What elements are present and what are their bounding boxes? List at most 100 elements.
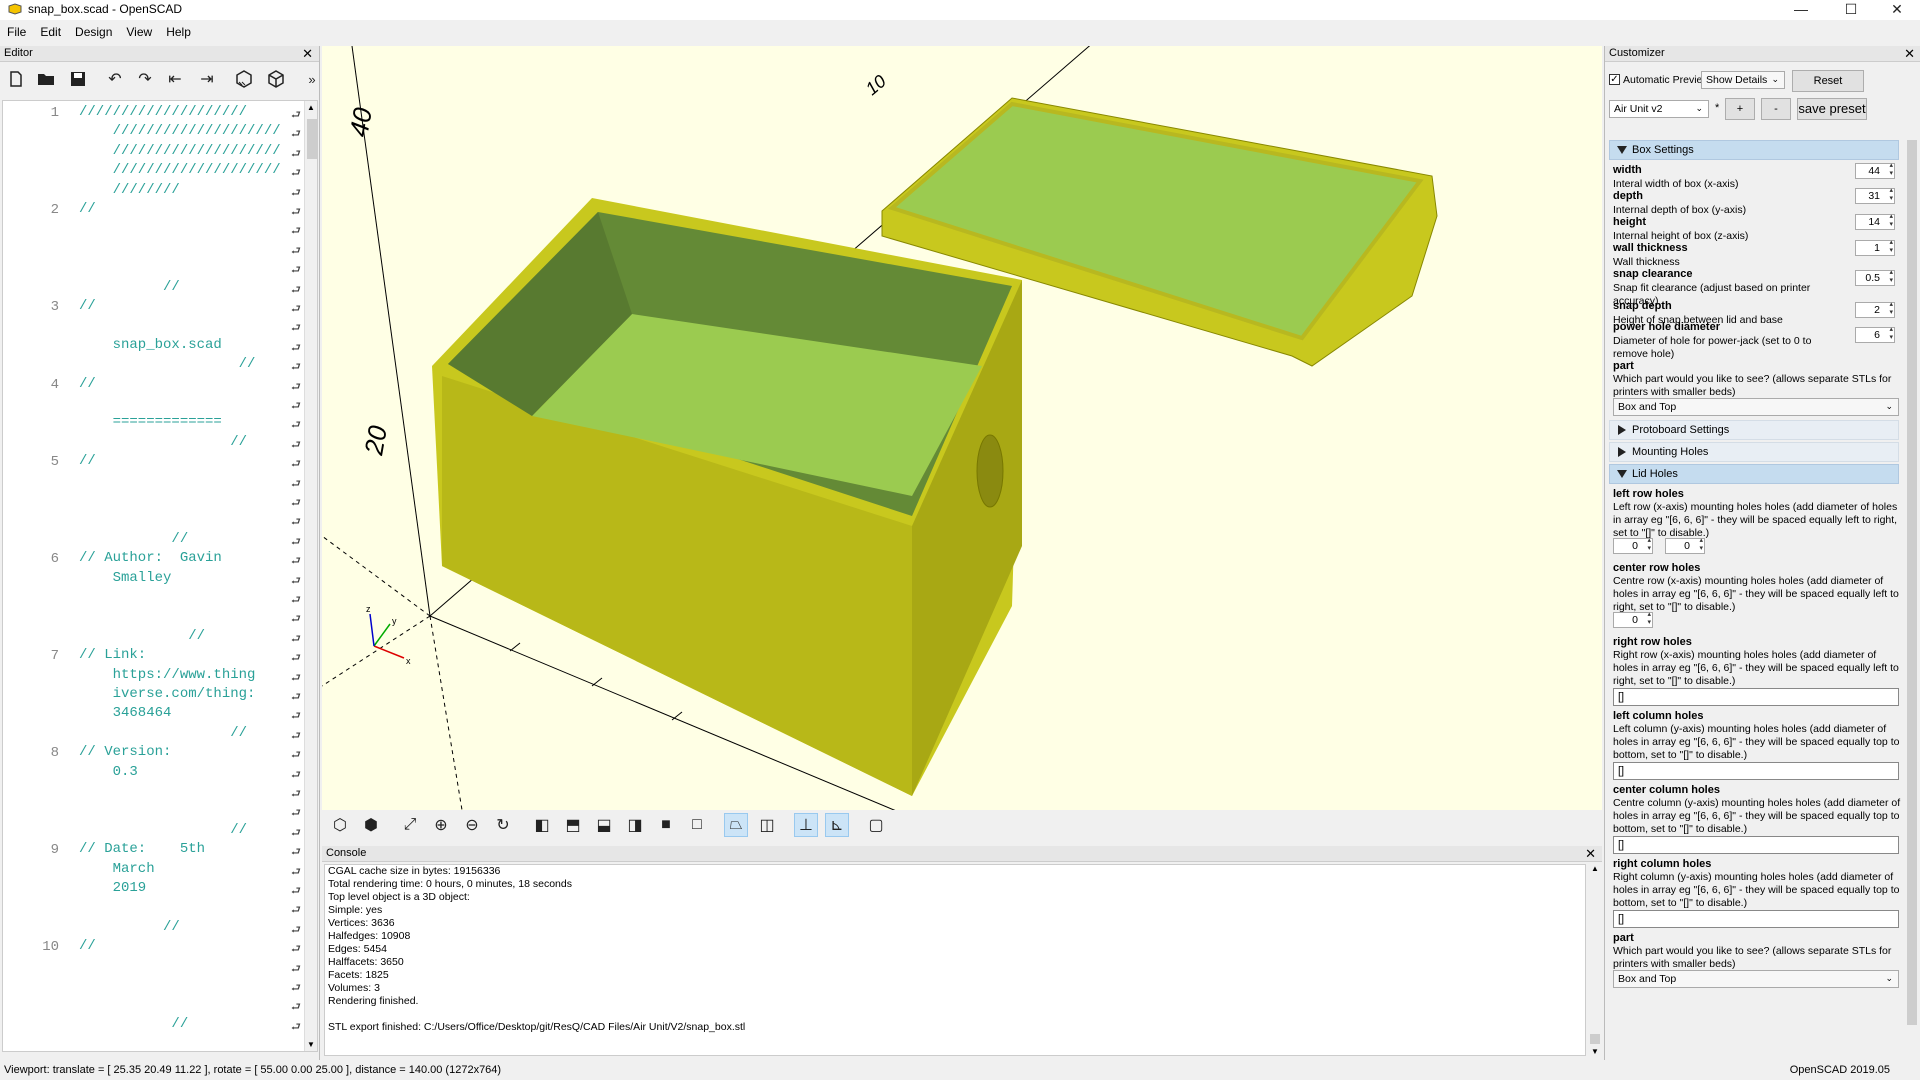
param-value-spinbox[interactable]: 14 (1855, 213, 1895, 230)
code-editor[interactable]: 1 2 3 4 5 6 7 8 9 10 ////////////////////⮐ //////… (2, 100, 318, 1052)
code-line: // Version: (79, 744, 172, 761)
array-text-input[interactable]: [] (1613, 762, 1899, 780)
section-box-settings[interactable]: Box Settings (1609, 140, 1899, 160)
perspective-icon[interactable]: ⏢ (724, 813, 748, 837)
param-value-spinbox[interactable]: 2 (1855, 301, 1895, 318)
status-bar: Viewport: translate = [ 25.35 20.49 11.2… (0, 1062, 1920, 1080)
scroll-down-icon[interactable]: ▼ (307, 1040, 315, 1049)
wrap-indicator-icon: ⮐ (291, 497, 301, 509)
details-select[interactable]: Show Details ⌄ (1701, 71, 1785, 89)
view-all-icon[interactable]: ⤢ (398, 813, 422, 837)
save-preset-button[interactable]: save preset (1797, 98, 1867, 120)
part-select-value: Box and Top (1618, 401, 1677, 413)
view-right-icon[interactable]: ◧ (530, 813, 554, 837)
scroll-up-icon[interactable]: ▲ (307, 103, 315, 112)
console-scroll-up-icon[interactable]: ▲ (1591, 864, 1599, 873)
wrap-indicator-icon: ⮐ (291, 438, 301, 451)
menu-view[interactable]: View (119, 22, 159, 39)
menu-edit[interactable]: Edit (33, 22, 68, 39)
close-window-button[interactable]: ✕ (1874, 0, 1920, 20)
show-scale-markers-icon[interactable]: ⊾ (825, 813, 849, 837)
auto-preview-checkbox[interactable]: ✓ (1609, 74, 1620, 85)
zoom-in-icon[interactable]: ⊕ (429, 813, 453, 837)
param-description: Right row (x-axis) mounting holes holes … (1613, 649, 1899, 687)
preview-icon[interactable]: ⬡ (328, 813, 352, 837)
unindent-icon[interactable]: ⇤ (163, 67, 187, 91)
openscad-logo-icon (8, 3, 22, 15)
remove-preset-button[interactable]: - (1761, 98, 1791, 120)
editor-scrollbar[interactable]: ▲ ▼ (304, 101, 317, 1051)
show-axes-icon[interactable]: ⊥ (794, 813, 818, 837)
wrap-indicator-icon: ⮐ (291, 186, 301, 199)
console-output[interactable]: CGAL cache size in bytes: 19156336 Total … (324, 864, 1586, 1056)
view-bottom-icon[interactable]: ⬓ (592, 813, 616, 837)
section-protoboard-settings[interactable]: Protoboard Settings (1609, 420, 1899, 440)
section-label: Box Settings (1632, 144, 1694, 156)
section-mounting-holes[interactable]: Mounting Holes (1609, 442, 1899, 462)
close-editor-icon[interactable]: ✕ (302, 46, 313, 62)
view-left-icon[interactable]: ◨ (623, 813, 647, 837)
console-scroll-thumb[interactable] (1590, 1034, 1600, 1044)
view-top-icon[interactable]: ⬒ (561, 813, 585, 837)
param-value-spinbox[interactable]: 0.5 (1855, 269, 1895, 286)
maximize-button[interactable]: ☐ (1828, 0, 1874, 20)
menu-design[interactable]: Design (68, 22, 119, 39)
menu-file[interactable]: File (0, 22, 33, 39)
view-front-icon[interactable]: ■ (654, 813, 678, 837)
wrap-indicator-icon: ⮐ (291, 652, 301, 665)
code-line: iverse.com/thing: (79, 686, 256, 702)
3d-viewport[interactable]: 20 40 10 x y z (322, 46, 1602, 810)
show-edges-icon[interactable]: ▢ (864, 813, 888, 837)
chevron-down-icon: ⌄ (1695, 103, 1703, 113)
redo-icon[interactable]: ↷ (133, 67, 157, 91)
array-value-spinbox[interactable]: 0 (1613, 537, 1653, 554)
wrap-indicator-icon: ⮐ (291, 943, 301, 956)
reset-view-icon[interactable]: ↻ (491, 813, 515, 837)
param-value-spinbox[interactable]: 6 (1855, 326, 1895, 343)
wrap-indicator-icon: ⮐ (291, 671, 301, 684)
open-file-icon[interactable] (34, 67, 58, 91)
add-preset-button[interactable]: + (1725, 98, 1755, 120)
undo-icon[interactable]: ↶ (103, 67, 127, 91)
menu-help[interactable]: Help (159, 22, 198, 39)
console-scrollbar[interactable]: ▲ ▼ (1588, 864, 1602, 1056)
reset-button[interactable]: Reset (1792, 70, 1864, 92)
new-file-icon[interactable] (4, 67, 28, 91)
preset-select[interactable]: Air Unit v2 ⌄ (1609, 100, 1709, 118)
param-description: Centre row (x-axis) mounting holes holes… (1613, 575, 1899, 613)
section-lid-holes[interactable]: Lid Holes (1609, 464, 1899, 484)
save-icon[interactable] (66, 67, 90, 91)
wrap-indicator-icon: ⮐ (291, 341, 301, 354)
param-value-spinbox[interactable]: 1 (1855, 239, 1895, 256)
console-scroll-down-icon[interactable]: ▼ (1591, 1047, 1599, 1056)
indent-icon[interactable]: ⇥ (195, 67, 219, 91)
code-line: //////////////////// (79, 123, 281, 140)
view-back-icon[interactable]: □ (685, 813, 709, 837)
render-icon[interactable]: ⬢ (359, 813, 383, 837)
param-value-spinbox[interactable]: 44 (1855, 162, 1895, 179)
array-text-input[interactable]: [] (1613, 688, 1899, 706)
neg-x-axis-line (322, 535, 431, 617)
render-icon[interactable] (264, 67, 288, 91)
orthogonal-icon[interactable]: ◫ (755, 813, 779, 837)
close-customizer-icon[interactable]: ✕ (1904, 46, 1915, 62)
array-text-input[interactable]: [] (1613, 836, 1899, 854)
customizer-scroll-thumb[interactable] (1907, 140, 1917, 1025)
minimize-button[interactable]: — (1778, 0, 1824, 20)
scroll-thumb[interactable] (307, 119, 317, 159)
param-value-spinbox[interactable]: 31 (1855, 187, 1895, 204)
customizer-scrollbar[interactable] (1905, 138, 1919, 1060)
array-text-input[interactable]: [] (1613, 910, 1899, 928)
code-line: // (79, 918, 180, 935)
more-toolbar-button[interactable]: » (300, 67, 324, 91)
preview-icon[interactable] (232, 67, 256, 91)
code-line: // (79, 821, 248, 838)
zoom-out-icon[interactable]: ⊖ (460, 813, 484, 837)
array-value-spinbox[interactable]: 0 (1665, 537, 1705, 554)
part-select[interactable]: Box and Top ⌄ (1613, 970, 1899, 988)
wrap-indicator-icon: ⮐ (291, 613, 301, 626)
close-console-icon[interactable]: ✕ (1585, 846, 1596, 862)
part-select[interactable]: Box and Top ⌄ (1613, 398, 1899, 416)
preset-select-value: Air Unit v2 (1614, 103, 1663, 115)
array-value-spinbox[interactable]: 0 (1613, 611, 1653, 628)
